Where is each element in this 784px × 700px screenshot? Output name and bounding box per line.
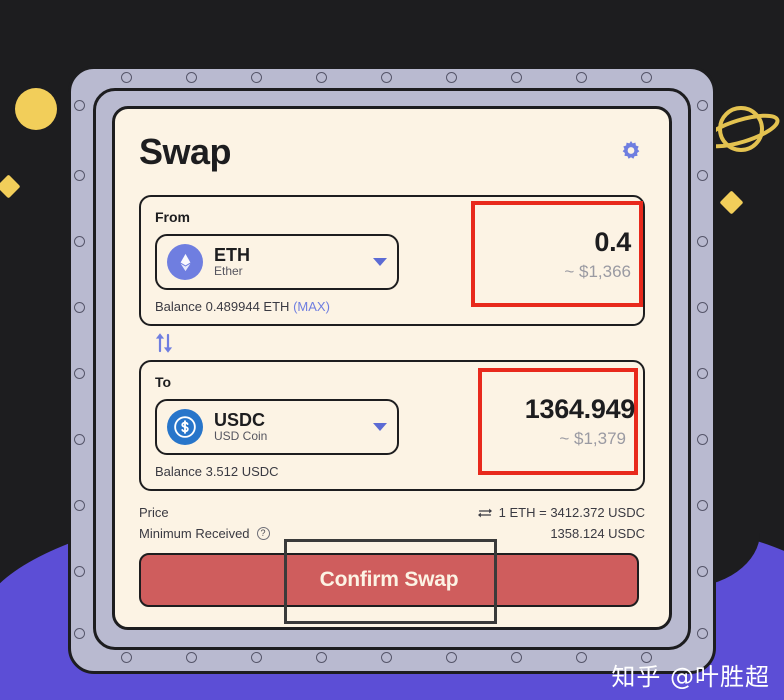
yellow-circle-decoration <box>15 88 57 130</box>
to-token-selector[interactable]: USDC USD Coin <box>155 399 399 455</box>
minimum-received-label-group: Minimum Received ? <box>139 526 270 541</box>
from-amount-highlight-box: 0.4 ~ $1,366 <box>471 201 643 307</box>
frame-rivet <box>697 628 708 639</box>
minimum-received-value: 1358.124 USDC <box>550 526 645 541</box>
frame-rivet <box>186 72 197 83</box>
frame-rivet <box>576 72 587 83</box>
price-value-group: 1 ETH = 3412.372 USDC <box>477 505 645 520</box>
frame-rivet <box>74 236 85 247</box>
usdc-token-icon <box>167 409 203 445</box>
price-value: 1 ETH = 3412.372 USDC <box>498 505 645 520</box>
frame-rivet <box>74 170 85 181</box>
frame-rivet <box>74 434 85 445</box>
minimum-received-row: Minimum Received ? 1358.124 USDC <box>139 526 645 541</box>
frame-rivet <box>641 72 652 83</box>
swap-direction-button[interactable] <box>139 326 645 360</box>
frame-rivet <box>74 500 85 511</box>
from-panel: From ETH Ether Balance 0.489944 ETH (MAX… <box>139 195 645 326</box>
page-title: Swap <box>139 131 232 172</box>
price-label: Price <box>139 505 169 520</box>
price-row: Price 1 ETH = 3412.372 USDC <box>139 505 645 520</box>
frame-rivet <box>697 236 708 247</box>
settings-button[interactable] <box>617 138 645 166</box>
minimum-received-label: Minimum Received <box>139 526 250 541</box>
from-amount-usd: ~ $1,366 <box>564 261 631 281</box>
frame-rivet <box>381 72 392 83</box>
price-label-group: Price <box>139 505 169 520</box>
gear-icon <box>622 140 640 159</box>
frame-rivet <box>511 652 522 663</box>
yellow-diamond-right-decoration <box>719 190 744 215</box>
trade-details: Price 1 ETH = 3412.372 USDC Minimum Rece <box>139 505 645 541</box>
frame-rivet <box>74 368 85 379</box>
frame-rivet <box>446 652 457 663</box>
watermark: 知乎 @叶胜超 <box>611 663 770 691</box>
frame-rivet <box>446 72 457 83</box>
to-panel: To USDC USD Coin Balance 3.512 USDC 1364… <box>139 360 645 491</box>
from-token-name: Ether <box>214 264 243 279</box>
yellow-diamond-left-decoration <box>0 174 21 199</box>
frame-rivet <box>511 72 522 83</box>
frame-rivet <box>697 100 708 111</box>
card-header: Swap <box>139 131 645 173</box>
frame-rivet <box>381 652 392 663</box>
to-token-texts: USDC USD Coin <box>214 410 369 444</box>
frame-rivet <box>121 72 132 83</box>
to-token-name: USD Coin <box>214 429 268 444</box>
frame-rivet <box>697 500 708 511</box>
frame-rivet <box>74 302 85 313</box>
from-token-texts: ETH Ether <box>214 245 369 279</box>
frame-rivet <box>697 170 708 181</box>
frame-rivet <box>251 72 262 83</box>
max-button[interactable]: (MAX) <box>293 299 330 314</box>
frame-rivet <box>186 652 197 663</box>
from-amount-input[interactable]: 0.4 <box>594 227 631 258</box>
chevron-down-icon <box>373 258 387 266</box>
eth-token-icon <box>167 244 203 280</box>
frame-rivet <box>121 652 132 663</box>
frame-rivet <box>74 100 85 111</box>
frame-rivet <box>251 652 262 663</box>
from-token-selector[interactable]: ETH Ether <box>155 234 399 290</box>
exchange-arrows-icon[interactable] <box>477 507 492 519</box>
from-balance-text: Balance 0.489944 ETH <box>155 299 290 314</box>
from-token-symbol: ETH <box>214 245 250 266</box>
to-amount-usd: ~ $1,379 <box>559 429 626 448</box>
question-mark-icon[interactable]: ? <box>256 527 270 540</box>
frame-rivet <box>697 434 708 445</box>
frame-rivet <box>576 652 587 663</box>
chevron-down-icon <box>373 423 387 431</box>
frame-rivet <box>74 566 85 577</box>
frame-rivet <box>316 652 327 663</box>
minimum-received-value-group: 1358.124 USDC <box>550 526 645 541</box>
frame-rivet <box>74 628 85 639</box>
frame-rivet <box>697 566 708 577</box>
frame-rivet <box>697 302 708 313</box>
swap-card: Swap From ETH Ether Balance 0.489944 ETH… <box>112 106 672 630</box>
to-balance-text: Balance 3.512 USDC <box>155 464 279 479</box>
confirm-swap-button[interactable]: Confirm Swap <box>139 553 639 607</box>
to-amount-input[interactable]: 1364.949 <box>525 394 636 425</box>
to-token-symbol: USDC <box>214 410 266 431</box>
swap-arrows-icon <box>155 333 173 353</box>
frame-rivet <box>697 368 708 379</box>
screenshot-root: Swap From ETH Ether Balance 0.489944 ETH… <box>0 0 784 700</box>
frame-rivet <box>316 72 327 83</box>
to-amount-highlight-box: 1364.949 ~ $1,379 <box>478 368 638 475</box>
